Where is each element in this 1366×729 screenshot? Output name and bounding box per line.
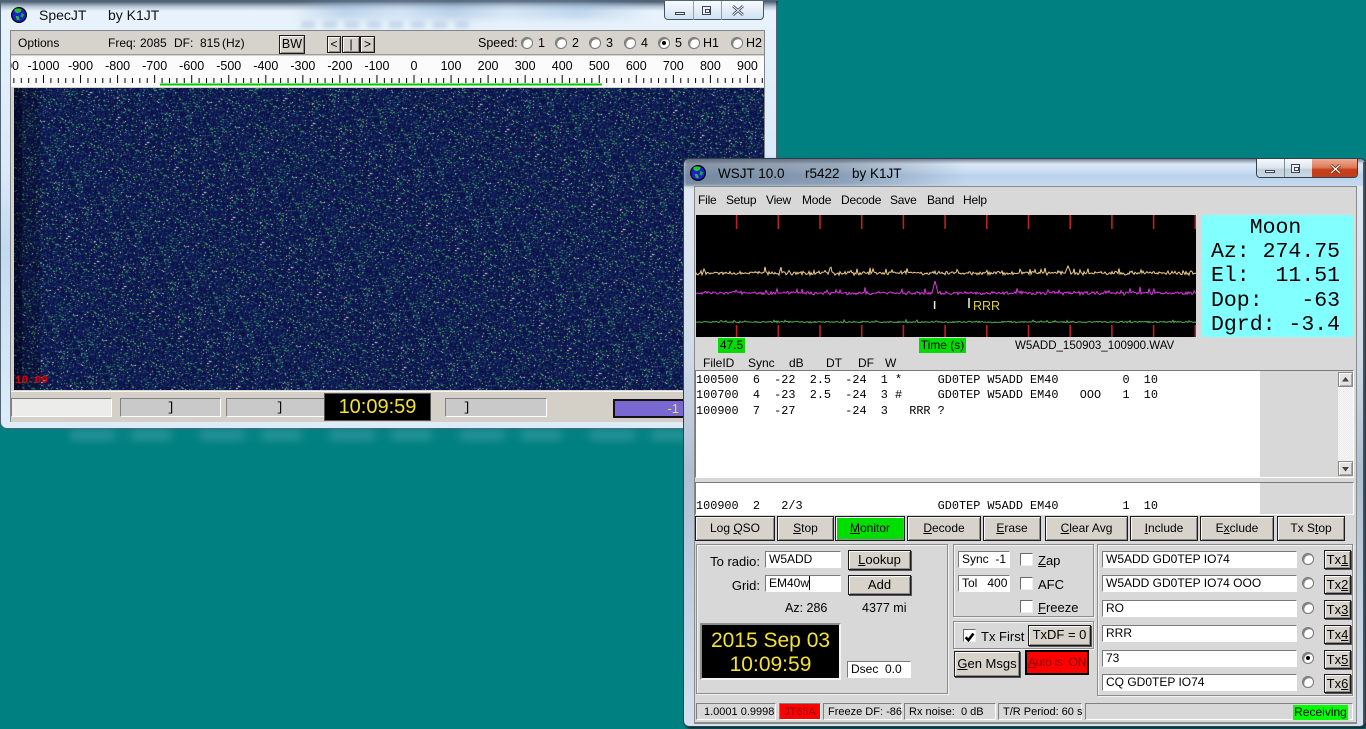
svg-text:800: 800	[700, 59, 721, 73]
svg-text:-100: -100	[364, 59, 389, 73]
svg-text:300: 300	[515, 59, 536, 73]
svg-text:0: 0	[411, 59, 418, 73]
svg-text:900: 900	[737, 59, 758, 73]
svg-text:-900: -900	[68, 59, 93, 73]
svg-text:-300: -300	[290, 59, 315, 73]
svg-text:-1000: -1000	[28, 59, 60, 73]
svg-text:200: 200	[478, 59, 499, 73]
svg-text:-400: -400	[253, 59, 278, 73]
svg-text:700: 700	[663, 59, 684, 73]
svg-text:-1100: -1100	[11, 59, 19, 73]
svg-text:400: 400	[552, 59, 573, 73]
svg-text:-200: -200	[327, 59, 352, 73]
svg-text:100: 100	[441, 59, 462, 73]
svg-text:-800: -800	[105, 59, 130, 73]
svg-text:500: 500	[589, 59, 610, 73]
svg-text:-500: -500	[216, 59, 241, 73]
svg-text:-600: -600	[179, 59, 204, 73]
svg-text:RRR: RRR	[973, 299, 1000, 313]
svg-text:600: 600	[626, 59, 647, 73]
svg-text:-700: -700	[142, 59, 167, 73]
